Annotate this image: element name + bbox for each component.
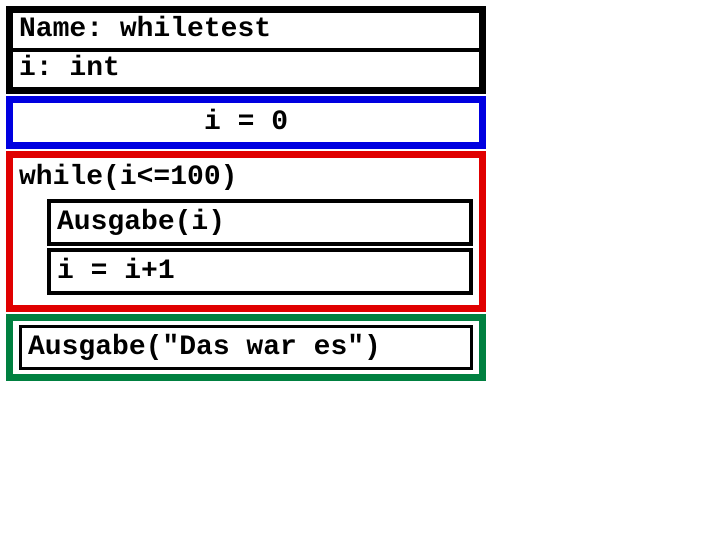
name-value: whiletest: [120, 14, 271, 45]
program-name-row: Name: whiletest: [11, 11, 481, 50]
after-stmt: Ausgabe("Das war es"): [19, 325, 473, 370]
after-block: Ausgabe("Das war es"): [6, 314, 486, 381]
loop-body: Ausgabe(i) i = i+1: [47, 199, 473, 295]
loop-stmt-2: i = i+1: [47, 248, 473, 295]
init-block: i = 0: [6, 96, 486, 150]
while-loop-block: while(i<=100) Ausgabe(i) i = i+1: [6, 151, 486, 311]
name-label: Name:: [19, 14, 103, 45]
var-decl-row: i: int: [11, 50, 481, 89]
struktogramm: Name: whiletest i: int i = 0 while(i<=10…: [6, 6, 486, 381]
var-decl-text: i: int: [19, 53, 120, 84]
loop-stmt-1: Ausgabe(i): [47, 199, 473, 246]
while-condition: while(i<=100): [19, 160, 473, 198]
init-stmt: i = 0: [204, 107, 288, 138]
header-block: Name: whiletest i: int: [6, 6, 486, 94]
